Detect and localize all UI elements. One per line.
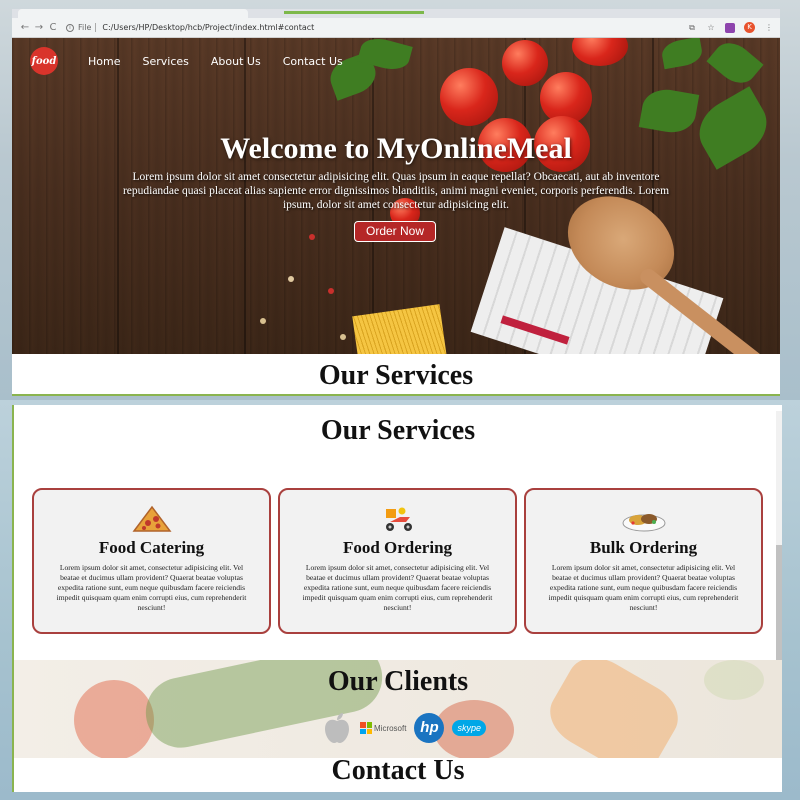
screenshot-hero-panel: ← → C i File C:/Users/HP/Desktop/hcb/Pro… xyxy=(12,9,780,396)
order-now-button[interactable]: Order Now xyxy=(354,221,436,242)
back-button[interactable]: ← xyxy=(18,22,32,33)
food-logo[interactable]: food xyxy=(30,47,58,75)
nav-services[interactable]: Services xyxy=(142,55,188,68)
info-icon[interactable]: i xyxy=(66,23,74,32)
contact-heading: Contact Us xyxy=(331,755,465,786)
hero-description: Lorem ipsum dolor sit amet consectetur a… xyxy=(122,171,670,211)
extension-icon[interactable] xyxy=(725,22,735,33)
peppercorn xyxy=(288,276,294,282)
site-navbar: food Home Services About Us Contact Us xyxy=(12,38,780,84)
windows-icon xyxy=(360,722,372,734)
forward-button[interactable]: → xyxy=(32,22,46,33)
card-description: Lorem ipsum dolor sit amet, consectetur … xyxy=(56,563,247,612)
url-text[interactable]: C:/Users/HP/Desktop/hcb/Project/index.ht… xyxy=(102,23,314,32)
service-card-bulk: Bulk Ordering Lorem ipsum dolor sit amet… xyxy=(524,488,763,634)
card-title: Food Ordering xyxy=(342,538,453,557)
address-bar[interactable]: i File C:/Users/HP/Desktop/hcb/Project/i… xyxy=(66,21,314,35)
menu-icon[interactable]: ⋮ xyxy=(764,23,774,33)
nav-home[interactable]: Home xyxy=(88,55,120,68)
skype-logo: skype xyxy=(452,720,486,736)
spaghetti-bundle xyxy=(352,304,448,354)
card-description: Lorem ipsum dolor sit amet, consectetur … xyxy=(548,563,739,612)
nav-contact-us[interactable]: Contact Us xyxy=(283,55,343,68)
basil-leaf xyxy=(638,85,700,137)
food-plate-icon xyxy=(526,504,761,534)
toolbar-actions: ⧉ ☆ K ⋮ xyxy=(687,22,774,33)
delivery-scooter-icon xyxy=(280,504,515,534)
hp-logo: hp xyxy=(414,713,445,743)
pizza-icon xyxy=(34,504,269,534)
profile-avatar[interactable]: K xyxy=(744,22,755,33)
service-cards: Food Catering Lorem ipsum dolor sit amet… xyxy=(32,488,764,634)
microsoft-logo: Microsoft xyxy=(360,722,406,734)
peppercorn xyxy=(309,234,315,240)
services-heading-preview: Our Services xyxy=(318,360,474,391)
hero-title: Welcome to MyOnlineMeal xyxy=(220,132,572,165)
tab-accent-bar xyxy=(284,11,424,14)
screenshot-services-panel: Our Services Food Catering Lorem ipsum d… xyxy=(12,405,782,792)
browser-tab[interactable] xyxy=(18,9,248,18)
reload-button[interactable]: C xyxy=(46,22,60,33)
nav-about-us[interactable]: About Us xyxy=(211,55,261,68)
services-heading: Our Services xyxy=(320,415,476,446)
clients-heading: Our Clients xyxy=(327,666,469,697)
client-logos: Microsoft hp skype xyxy=(322,712,486,744)
clients-section: Our Clients Microsoft hp skype xyxy=(14,660,782,758)
service-card-ordering: Food Ordering Lorem ipsum dolor sit amet… xyxy=(278,488,517,634)
file-tag: File xyxy=(78,23,97,32)
service-card-catering: Food Catering Lorem ipsum dolor sit amet… xyxy=(32,488,271,634)
star-icon[interactable]: ☆ xyxy=(706,23,716,33)
apple-logo xyxy=(325,713,349,743)
card-title: Bulk Ordering xyxy=(589,538,698,557)
translate-icon[interactable]: ⧉ xyxy=(687,23,697,33)
peppercorn xyxy=(328,288,334,294)
peppercorn xyxy=(340,334,346,340)
hero-section: food Home Services About Us Contact Us W… xyxy=(12,38,780,354)
card-title: Food Catering xyxy=(98,538,205,557)
card-description: Lorem ipsum dolor sit amet, consectetur … xyxy=(302,563,493,612)
browser-toolbar: ← → C i File C:/Users/HP/Desktop/hcb/Pro… xyxy=(12,18,780,38)
microsoft-label: Microsoft xyxy=(374,723,407,733)
peppercorn xyxy=(260,318,266,324)
browser-tab-strip xyxy=(12,9,780,18)
